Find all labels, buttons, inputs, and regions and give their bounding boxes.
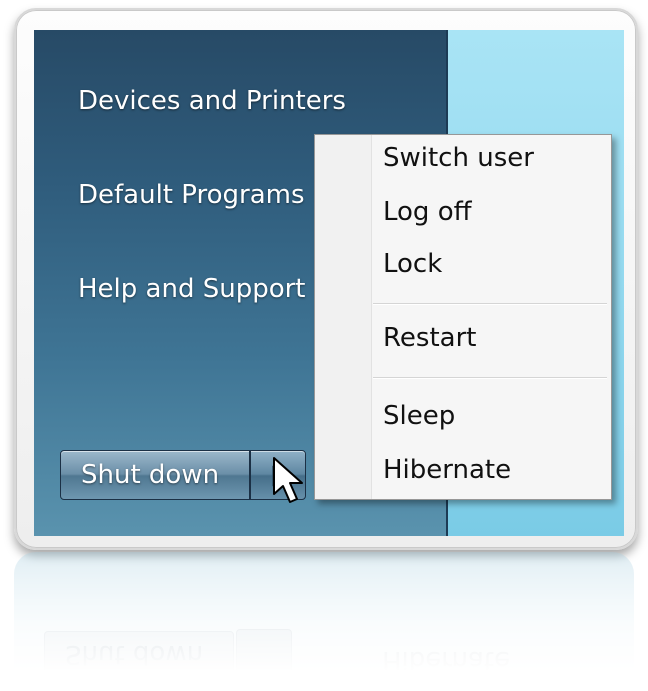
menu-reflection: Shut down Hibernate	[14, 552, 634, 691]
help-and-support-link[interactable]: Help and Support	[78, 274, 306, 304]
menu-icon-gutter	[315, 135, 372, 499]
menu-item-switch-user[interactable]: Switch user	[383, 143, 534, 173]
menu-separator	[373, 377, 607, 379]
menu-item-sleep[interactable]: Sleep	[383, 401, 455, 431]
reflection-fade	[14, 552, 634, 691]
start-menu-frame: Devices and Printers Default Programs He…	[14, 8, 638, 550]
default-programs-link[interactable]: Default Programs	[78, 180, 305, 210]
power-options-menu: Switch user Log off Lock Restart Sleep H…	[314, 134, 612, 500]
menu-item-log-off[interactable]: Log off	[383, 197, 472, 227]
menu-item-lock[interactable]: Lock	[383, 249, 442, 279]
menu-item-restart[interactable]: Restart	[383, 323, 476, 353]
shut-down-button[interactable]: Shut down	[60, 450, 250, 500]
menu-separator	[373, 303, 607, 305]
mouse-pointer-icon	[272, 456, 306, 510]
devices-and-printers-link[interactable]: Devices and Printers	[78, 86, 346, 116]
menu-item-hibernate[interactable]: Hibernate	[383, 455, 511, 485]
